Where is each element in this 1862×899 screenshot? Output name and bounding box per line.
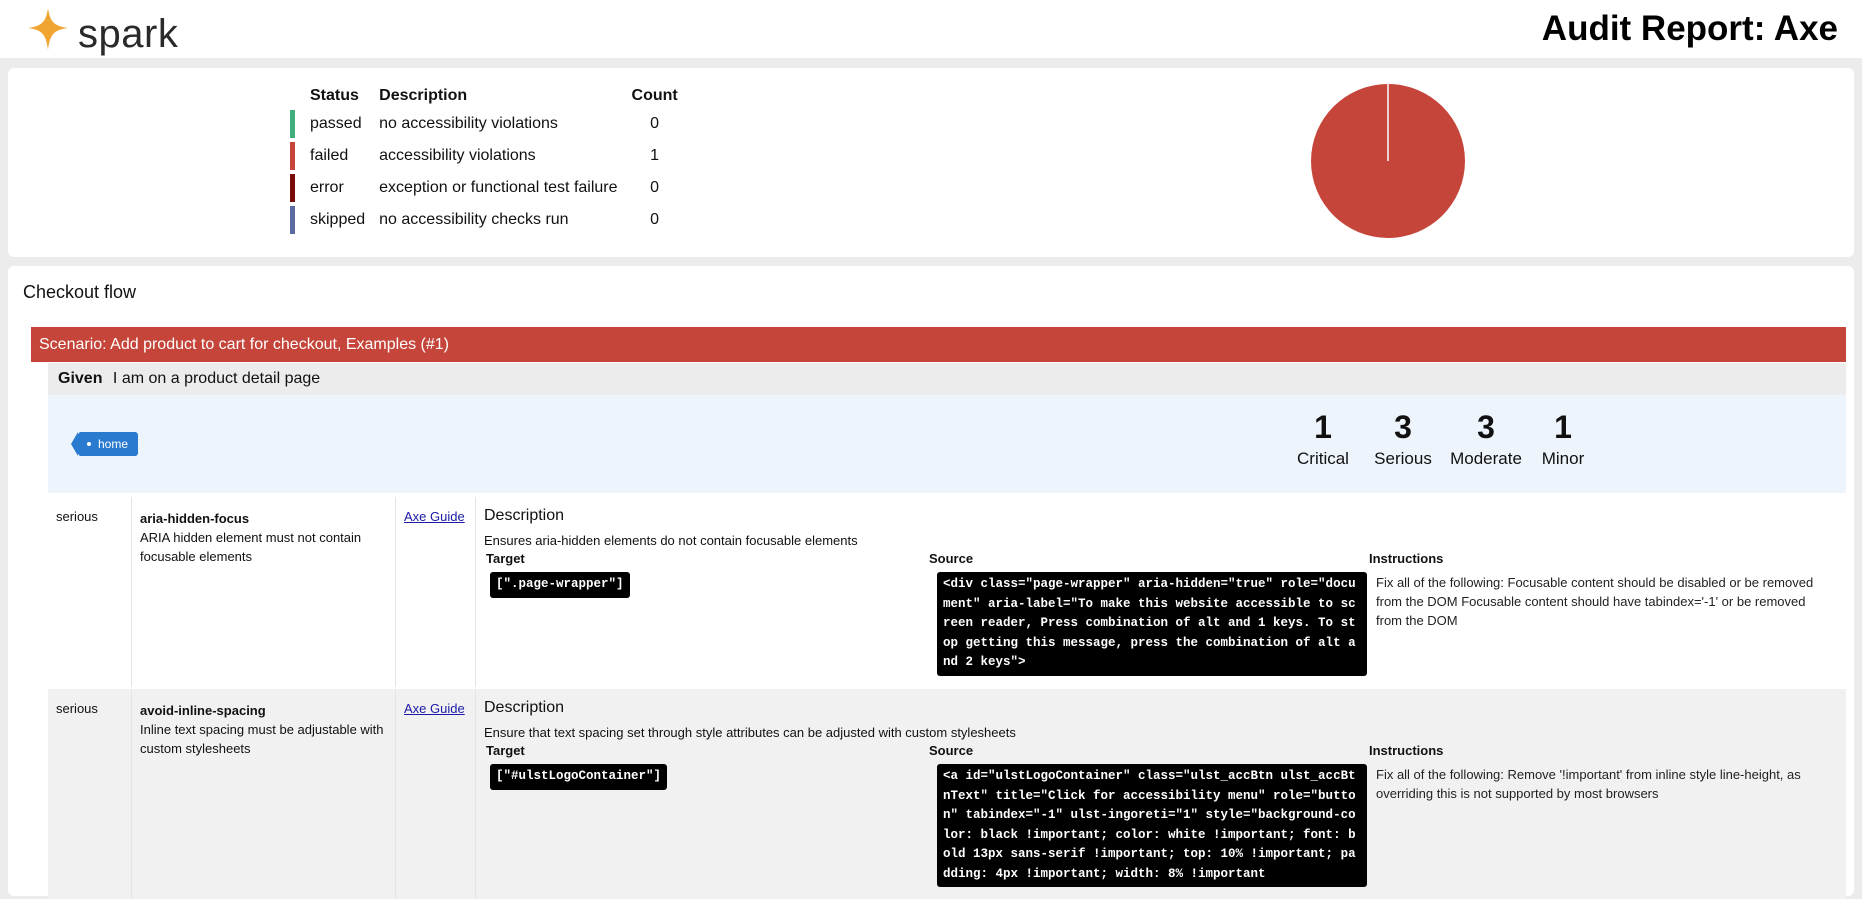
summary-row-skipped: skipped no accessibility checks run 0	[290, 204, 686, 236]
status-color-bar	[290, 110, 295, 138]
impact-count: 1	[1554, 409, 1572, 445]
axe-guide-link[interactable]: Axe Guide	[404, 509, 465, 524]
instructions-heading: Instructions	[1369, 551, 1444, 566]
violation-details: Description Ensures aria-hidden elements…	[476, 497, 1846, 687]
impact-critical: 1 Critical	[1288, 409, 1358, 469]
source-heading: Source	[929, 551, 974, 566]
guide-cell: Axe Guide	[396, 497, 476, 687]
status-description: accessibility violations	[379, 147, 536, 164]
impact-moderate: 3 Moderate	[1446, 409, 1526, 469]
rule-id: aria-hidden-focus	[140, 511, 250, 526]
status-label: passed	[310, 115, 362, 132]
tag-home[interactable]: home	[70, 432, 139, 456]
page-title: Audit Report: Axe	[1541, 9, 1838, 48]
target-selector: [".page-wrapper"]	[490, 572, 630, 598]
column-header-description: Description	[379, 87, 468, 104]
step-keyword: Given	[58, 370, 103, 387]
tag-label: home	[98, 437, 129, 451]
step-text: I am on a product detail page	[112, 370, 321, 387]
column-header-status: Status	[310, 87, 359, 104]
status-count: 0	[650, 211, 660, 228]
status-color-bar	[290, 206, 295, 234]
source-snippet: <div class="page-wrapper" aria-hidden="t…	[937, 572, 1367, 676]
logo-text: spark	[78, 12, 179, 56]
violation-impact: serious	[48, 497, 132, 687]
violation-rule: avoid-inline-spacing Inline text spacing…	[132, 689, 396, 899]
step-header[interactable]: Given I am on a product detail page	[48, 363, 1846, 395]
description-heading: Description	[484, 507, 565, 524]
summary-row-error: error exception or functional test failu…	[290, 172, 686, 204]
report-header: spark Audit Report: Axe	[0, 0, 1862, 58]
status-count: 0	[650, 115, 660, 132]
target-selector: ["#ulstLogoContainer"]	[490, 764, 668, 790]
status-description: exception or functional test failure	[379, 179, 618, 196]
violation-details: Description Ensure that text spacing set…	[476, 689, 1846, 899]
step-detail-panel: home 1 Critical 3 Serious 3 Moderate 1 M…	[48, 395, 1846, 493]
status-color-bar	[290, 142, 295, 170]
status-description: no accessibility checks run	[379, 211, 569, 228]
violation-impact: serious	[48, 689, 132, 899]
impact-count: 3	[1477, 409, 1495, 445]
instructions-heading: Instructions	[1369, 743, 1444, 758]
status-pie-chart	[1311, 84, 1465, 238]
scenario-header[interactable]: Scenario: Add product to cart for checko…	[31, 327, 1846, 362]
summary-row-failed: failed accessibility violations 1	[290, 140, 686, 172]
violation-row: serious aria-hidden-focus ARIA hidden el…	[48, 497, 1846, 687]
impact-label: Moderate	[1450, 449, 1522, 468]
source-heading: Source	[929, 743, 974, 758]
status-label: error	[310, 179, 344, 196]
impact-label: Minor	[1541, 449, 1585, 468]
status-description: no accessibility violations	[379, 115, 558, 132]
source-snippet: <a id="ulstLogoContainer" class="ulst_ac…	[937, 764, 1367, 887]
rule-description: Inline text spacing must be adjustable w…	[140, 722, 384, 756]
rule-description: ARIA hidden element must not contain foc…	[140, 530, 362, 564]
guide-cell: Axe Guide	[396, 689, 476, 899]
target-heading: Target	[486, 743, 525, 758]
description-heading: Description	[484, 699, 565, 716]
axe-guide-link[interactable]: Axe Guide	[404, 701, 465, 716]
feature-card: Checkout flow Scenario: Add product to c…	[8, 266, 1854, 899]
status-summary-table: Status Description Count passed no acces…	[290, 84, 686, 236]
spark-star-icon	[28, 8, 68, 50]
summary-row-passed: passed no accessibility violations 0	[290, 108, 686, 140]
impact-label: Critical	[1297, 449, 1349, 468]
spark-logo: spark	[24, 6, 194, 56]
status-label: failed	[310, 147, 349, 164]
status-count: 1	[650, 147, 660, 164]
impact-count: 3	[1394, 409, 1412, 445]
violation-rule: aria-hidden-focus ARIA hidden element mu…	[132, 497, 396, 687]
status-count: 0	[650, 179, 660, 196]
impact-minor: 1 Minor	[1533, 409, 1593, 469]
tag-dot-icon	[87, 442, 91, 446]
rule-id: avoid-inline-spacing	[140, 703, 266, 718]
impact-label: Serious	[1374, 449, 1432, 468]
column-header-count: Count	[631, 87, 678, 104]
description-text: Ensures aria-hidden elements do not cont…	[484, 533, 858, 548]
status-color-bar	[290, 174, 295, 202]
impact-serious: 3 Serious	[1368, 409, 1438, 469]
target-heading: Target	[486, 551, 525, 566]
description-text: Ensure that text spacing set through sty…	[484, 725, 1016, 740]
violation-row: serious avoid-inline-spacing Inline text…	[48, 689, 1846, 899]
impact-count: 1	[1314, 409, 1332, 445]
instructions-text: Fix all of the following: Remove '!impor…	[1376, 767, 1801, 801]
instructions-text: Fix all of the following: Focusable cont…	[1376, 575, 1814, 628]
status-label: skipped	[310, 211, 366, 228]
status-column-spacer	[290, 84, 304, 108]
summary-card: Status Description Count passed no acces…	[8, 68, 1854, 257]
feature-title: Checkout flow	[23, 282, 137, 302]
